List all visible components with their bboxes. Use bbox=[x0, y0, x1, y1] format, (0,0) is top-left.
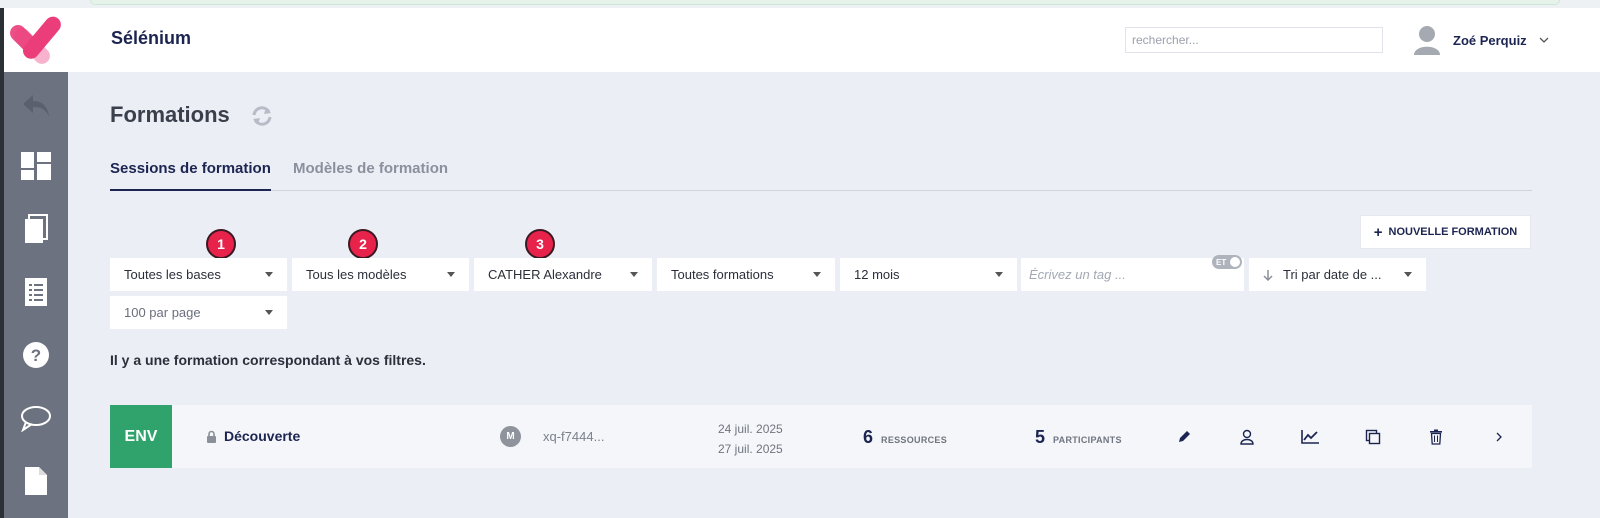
sort-arrow-down-icon bbox=[1263, 269, 1273, 281]
filter-formations-value: Toutes formations bbox=[671, 267, 774, 282]
caret-down-icon bbox=[1404, 272, 1412, 277]
resources-label: RESSOURCES bbox=[881, 435, 948, 445]
documents-icon[interactable] bbox=[18, 211, 54, 247]
resources-stat: 6 RESSOURCES bbox=[863, 427, 947, 448]
search-input[interactable] bbox=[1125, 27, 1383, 53]
formation-name-cell: Découverte bbox=[206, 428, 300, 444]
user-icon[interactable] bbox=[1237, 427, 1257, 447]
date-start: 24 juil. 2025 bbox=[718, 422, 783, 436]
dashboard-icon[interactable] bbox=[18, 148, 54, 184]
env-tag: ENV bbox=[110, 405, 172, 468]
filter-bases-select[interactable]: Toutes les bases bbox=[110, 258, 287, 291]
sort-value: Tri par date de ... bbox=[1283, 267, 1382, 282]
refresh-icon[interactable] bbox=[250, 105, 274, 132]
et-toggle-label: ET bbox=[1216, 257, 1227, 267]
top-header: Sélénium Zoé Perquiz bbox=[68, 8, 1600, 72]
caret-down-icon bbox=[447, 272, 455, 277]
per-page-value: 100 par page bbox=[124, 305, 201, 320]
caret-down-icon bbox=[265, 310, 273, 315]
lock-icon bbox=[207, 430, 216, 443]
user-menu[interactable]: Zoé Perquiz bbox=[1413, 22, 1549, 58]
participants-stat: 5 PARTICIPANTS bbox=[1035, 427, 1122, 448]
filter-models-select[interactable]: Tous les modèles bbox=[292, 258, 469, 291]
app-logo[interactable] bbox=[4, 8, 68, 72]
step-badge-3: 3 bbox=[525, 229, 555, 259]
trash-icon[interactable] bbox=[1426, 427, 1446, 447]
sort-select[interactable]: Tri par date de ... bbox=[1249, 258, 1426, 291]
result-message: Il y a une formation correspondant à vos… bbox=[110, 352, 426, 368]
file-icon[interactable] bbox=[18, 463, 54, 499]
caret-down-icon bbox=[813, 272, 821, 277]
svg-text:?: ? bbox=[31, 346, 41, 365]
participants-label: PARTICIPANTS bbox=[1053, 435, 1122, 445]
chevron-right-icon[interactable] bbox=[1489, 427, 1509, 447]
filter-period-select[interactable]: 12 mois bbox=[840, 258, 1017, 291]
per-page-select[interactable]: 100 par page bbox=[110, 296, 287, 329]
filter-formations-select[interactable]: Toutes formations bbox=[657, 258, 835, 291]
filter-models-value: Tous les modèles bbox=[306, 267, 407, 282]
duplicate-icon[interactable] bbox=[1363, 427, 1383, 447]
chat-icon[interactable] bbox=[18, 400, 54, 436]
filter-person-value: CATHER Alexandre bbox=[488, 267, 602, 282]
browser-top-strip bbox=[0, 0, 1600, 8]
et-toggle[interactable]: ET bbox=[1212, 255, 1242, 269]
new-formation-label: NOUVELLE FORMATION bbox=[1388, 226, 1518, 238]
caret-down-icon bbox=[630, 272, 638, 277]
date-end: 27 juil. 2025 bbox=[718, 442, 783, 456]
formation-name: Découverte bbox=[224, 428, 301, 444]
tag-filter: ET bbox=[1021, 255, 1244, 291]
toggle-knob bbox=[1230, 257, 1240, 267]
stats-chart-icon[interactable] bbox=[1300, 427, 1320, 447]
avatar-icon bbox=[1414, 26, 1440, 55]
filter-person-select[interactable]: CATHER Alexandre bbox=[474, 258, 652, 291]
step-badge-2: 2 bbox=[348, 229, 378, 259]
step-badge-1: 1 bbox=[206, 229, 236, 259]
plus-icon: + bbox=[1373, 223, 1383, 241]
new-formation-button[interactable]: + NOUVELLE FORMATION bbox=[1360, 215, 1531, 249]
sidebar: ? bbox=[0, 8, 68, 518]
tab-sessions[interactable]: Sessions de formation bbox=[110, 160, 271, 191]
app-name: Sélénium bbox=[111, 28, 192, 48]
sidebar-edge bbox=[0, 8, 4, 518]
tabs: Sessions de formation Modèles de formati… bbox=[110, 158, 1532, 191]
formation-dates: 24 juil. 2025 27 juil. 2025 bbox=[718, 419, 783, 459]
participants-count: 5 bbox=[1035, 427, 1046, 447]
formation-row[interactable]: ENV Découverte M xq-f7444... 24 juil. 20… bbox=[110, 405, 1532, 468]
notification-strip bbox=[90, 0, 1560, 5]
tab-modeles[interactable]: Modèles de formation bbox=[293, 160, 448, 191]
filter-period-value: 12 mois bbox=[854, 267, 900, 282]
help-icon[interactable]: ? bbox=[18, 337, 54, 373]
formation-code: xq-f7444... bbox=[543, 429, 605, 444]
page-title: Formations bbox=[110, 102, 230, 127]
chevron-down-icon bbox=[1539, 37, 1549, 43]
tag-input[interactable] bbox=[1021, 258, 1201, 291]
logo-icon bbox=[10, 16, 61, 64]
resources-count: 6 bbox=[863, 427, 874, 447]
caret-down-icon bbox=[265, 272, 273, 277]
caret-down-icon bbox=[995, 272, 1003, 277]
filter-bases-value: Toutes les bases bbox=[124, 267, 221, 282]
edit-pencil-icon[interactable] bbox=[1174, 427, 1194, 447]
back-arrow-icon[interactable] bbox=[18, 88, 54, 124]
list-icon[interactable] bbox=[18, 274, 54, 310]
user-name: Zoé Perquiz bbox=[1453, 32, 1527, 48]
model-initial-badge: M bbox=[500, 426, 521, 447]
